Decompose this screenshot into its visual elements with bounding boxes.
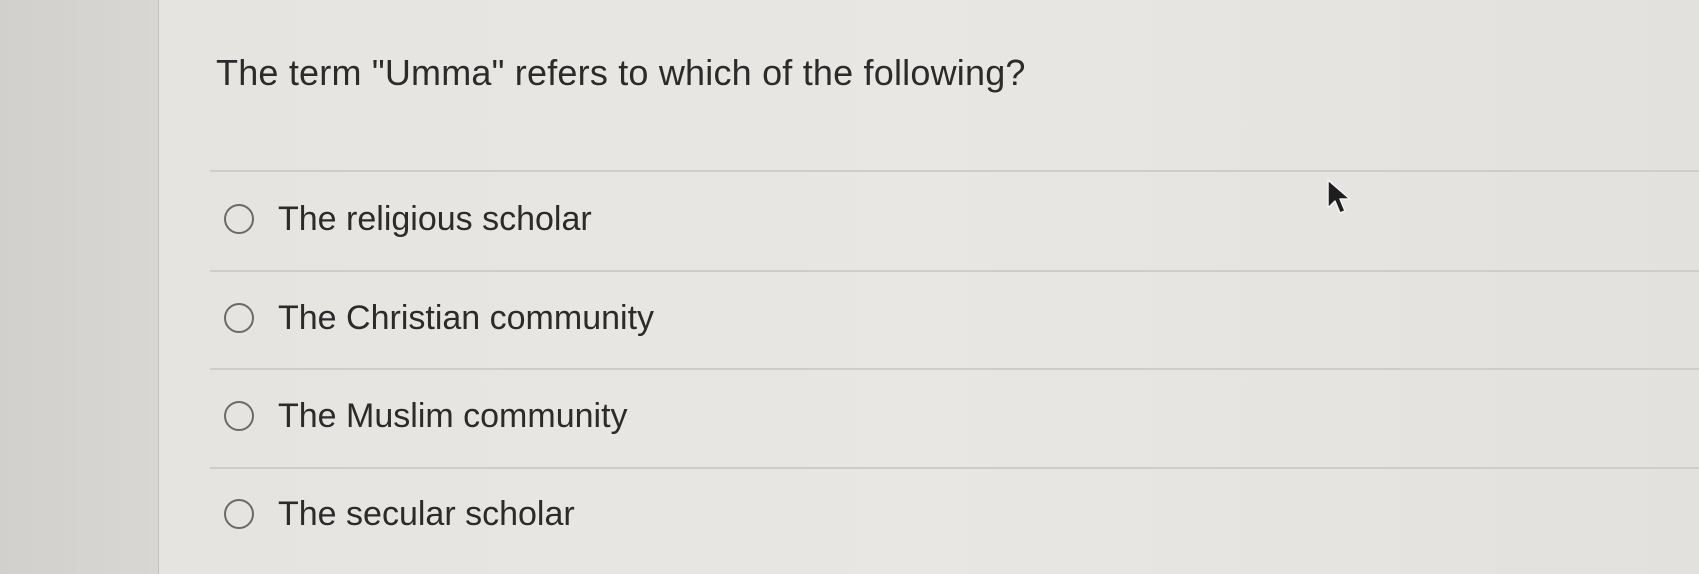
option-religious-scholar[interactable]: The religious scholar bbox=[224, 197, 592, 241]
radio-button[interactable] bbox=[224, 303, 254, 333]
radio-button[interactable] bbox=[224, 401, 254, 431]
option-christian-community[interactable]: The Christian community bbox=[224, 296, 654, 340]
option-muslim-community[interactable]: The Muslim community bbox=[224, 394, 628, 438]
divider bbox=[210, 270, 1699, 272]
question-text: The term "Umma" refers to which of the f… bbox=[216, 52, 1026, 93]
left-gutter bbox=[0, 0, 159, 574]
option-label: The Muslim community bbox=[278, 396, 628, 435]
divider bbox=[210, 368, 1699, 370]
radio-button[interactable] bbox=[224, 499, 254, 529]
radio-button[interactable] bbox=[224, 204, 254, 234]
divider bbox=[210, 467, 1699, 469]
option-label: The secular scholar bbox=[278, 494, 575, 533]
option-secular-scholar[interactable]: The secular scholar bbox=[224, 492, 575, 536]
mouse-pointer-icon bbox=[1327, 179, 1351, 214]
option-label: The Christian community bbox=[278, 298, 655, 337]
divider bbox=[210, 170, 1699, 172]
option-label: The religious scholar bbox=[278, 199, 592, 238]
